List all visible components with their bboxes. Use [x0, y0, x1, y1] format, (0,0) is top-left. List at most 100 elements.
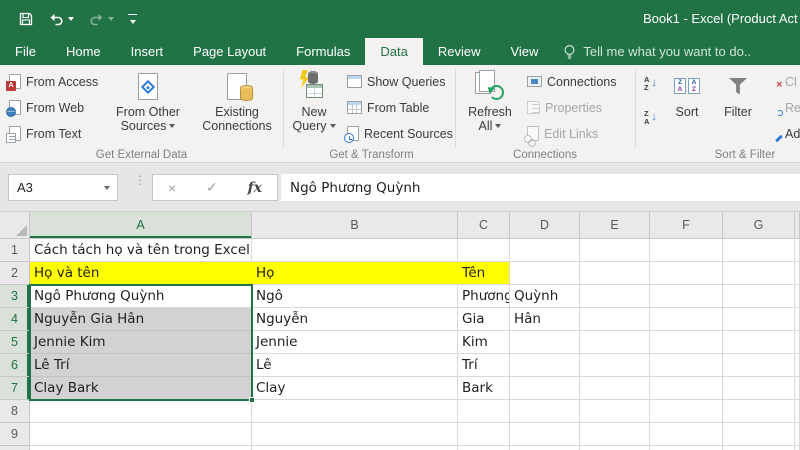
- existing-connections-button[interactable]: Existing Connections: [194, 67, 280, 149]
- cell-B9[interactable]: [252, 423, 458, 446]
- cell-C5[interactable]: Kim: [458, 331, 510, 354]
- cell-F2[interactable]: [650, 262, 723, 285]
- cell-F8[interactable]: [650, 400, 723, 423]
- cell-A1[interactable]: Cách tách họ và tên trong Excel: [30, 239, 252, 262]
- from-web-button[interactable]: From Web: [6, 96, 87, 119]
- cell-A6[interactable]: Lê Trí: [30, 354, 252, 377]
- cell-B4[interactable]: Nguyễn: [252, 308, 458, 331]
- cell-D1[interactable]: [510, 239, 580, 262]
- cell-C9[interactable]: [458, 423, 510, 446]
- row-header-10[interactable]: [0, 446, 30, 450]
- recent-sources-button[interactable]: Recent Sources: [344, 122, 456, 145]
- cell-F10[interactable]: [650, 446, 723, 450]
- tab-data[interactable]: Data: [365, 38, 423, 65]
- edit-links-button[interactable]: Edit Links: [524, 122, 601, 147]
- cell-C6[interactable]: Trí: [458, 354, 510, 377]
- save-button[interactable]: [18, 11, 34, 27]
- column-header-d[interactable]: D: [510, 212, 580, 239]
- undo-button[interactable]: [48, 13, 74, 26]
- tab-home[interactable]: Home: [51, 38, 116, 65]
- formula-input[interactable]: Ngô Phương Quỳnh: [281, 174, 800, 201]
- cell-C2[interactable]: Tên: [458, 262, 510, 285]
- cell-G9[interactable]: [723, 423, 795, 446]
- tell-me-box[interactable]: Tell me what you want to do..: [553, 38, 761, 65]
- cell-F5[interactable]: [650, 331, 723, 354]
- column-header-b[interactable]: B: [252, 212, 458, 239]
- cell-E9[interactable]: [580, 423, 650, 446]
- row-header-9[interactable]: 9: [0, 423, 30, 446]
- column-header-c[interactable]: C: [458, 212, 510, 239]
- cell-C7[interactable]: Bark: [458, 377, 510, 400]
- cell-A8[interactable]: [30, 400, 252, 423]
- cell-E5[interactable]: [580, 331, 650, 354]
- cell-D5[interactable]: [510, 331, 580, 354]
- row-header-1[interactable]: 1: [0, 239, 30, 262]
- cell-F7[interactable]: [650, 377, 723, 400]
- cell-A5[interactable]: Jennie Kim: [30, 331, 252, 354]
- cell-G10[interactable]: [723, 446, 795, 450]
- cell-G5[interactable]: [723, 331, 795, 354]
- cell-C8[interactable]: [458, 400, 510, 423]
- cell-B10[interactable]: [252, 446, 458, 450]
- from-table-button[interactable]: From Table: [344, 96, 432, 119]
- tab-insert[interactable]: Insert: [116, 38, 179, 65]
- cell-E6[interactable]: [580, 354, 650, 377]
- refresh-all-button[interactable]: Refresh All: [460, 67, 520, 149]
- row-header-8[interactable]: 8: [0, 400, 30, 423]
- reapply-filter-button[interactable]: Re: [764, 96, 800, 119]
- cell-G2[interactable]: [723, 262, 795, 285]
- cell-F9[interactable]: [650, 423, 723, 446]
- cell-F1[interactable]: [650, 239, 723, 262]
- row-header-7[interactable]: 7: [0, 377, 30, 400]
- cell-B3[interactable]: Ngô: [252, 285, 458, 308]
- from-other-sources-button[interactable]: From Other Sources: [110, 67, 186, 149]
- cell-E10[interactable]: [580, 446, 650, 450]
- cell-B2[interactable]: Họ: [252, 262, 458, 285]
- sort-ascending-button[interactable]: AZ ↓: [641, 72, 660, 95]
- cell-D10[interactable]: [510, 446, 580, 450]
- cell-E2[interactable]: [580, 262, 650, 285]
- cell-E1[interactable]: [580, 239, 650, 262]
- cell-C10[interactable]: [458, 446, 510, 450]
- cell-B7[interactable]: Clay: [252, 377, 458, 400]
- cell-C3[interactable]: Phương: [458, 285, 510, 308]
- cancel-button[interactable]: ×: [168, 180, 176, 196]
- cell-B5[interactable]: Jennie: [252, 331, 458, 354]
- cell-A2[interactable]: Họ và tên: [30, 262, 252, 285]
- cell-G1[interactable]: [723, 239, 795, 262]
- cell-D3[interactable]: Quỳnh: [510, 285, 580, 308]
- tab-page-layout[interactable]: Page Layout: [178, 38, 281, 65]
- row-header-5[interactable]: 5: [0, 331, 30, 354]
- cell-G7[interactable]: [723, 377, 795, 400]
- cell-F3[interactable]: [650, 285, 723, 308]
- column-header-g[interactable]: G: [723, 212, 795, 239]
- cell-B8[interactable]: [252, 400, 458, 423]
- tab-formulas[interactable]: Formulas: [281, 38, 365, 65]
- cell-G3[interactable]: [723, 285, 795, 308]
- clear-filter-button[interactable]: × Cl: [764, 70, 800, 93]
- cell-A4[interactable]: Nguyễn Gia Hân: [30, 308, 252, 331]
- cell-F4[interactable]: [650, 308, 723, 331]
- column-header-f[interactable]: F: [650, 212, 723, 239]
- cell-A9[interactable]: [30, 423, 252, 446]
- row-header-2[interactable]: 2: [0, 262, 30, 285]
- sort-button[interactable]: ZA AZ Sort: [664, 67, 710, 149]
- column-header-a[interactable]: A: [30, 212, 252, 239]
- cell-D6[interactable]: [510, 354, 580, 377]
- properties-button[interactable]: Properties: [524, 96, 605, 119]
- cell-E7[interactable]: [580, 377, 650, 400]
- cell-A7[interactable]: Clay Bark: [30, 377, 252, 400]
- cell-A10[interactable]: [30, 446, 252, 450]
- row-header-3[interactable]: 3: [0, 285, 30, 308]
- cell-E3[interactable]: [580, 285, 650, 308]
- cell-D8[interactable]: [510, 400, 580, 423]
- filter-button[interactable]: Filter: [714, 67, 762, 149]
- cell-D2[interactable]: [510, 262, 580, 285]
- redo-dropdown-caret[interactable]: [108, 17, 114, 21]
- undo-dropdown-caret[interactable]: [68, 17, 74, 21]
- row-header-6[interactable]: 6: [0, 354, 30, 377]
- formula-bar-divider[interactable]: ⋮: [134, 174, 146, 186]
- cell-G6[interactable]: [723, 354, 795, 377]
- cell-B1[interactable]: [252, 239, 458, 262]
- tab-file[interactable]: File: [0, 38, 51, 65]
